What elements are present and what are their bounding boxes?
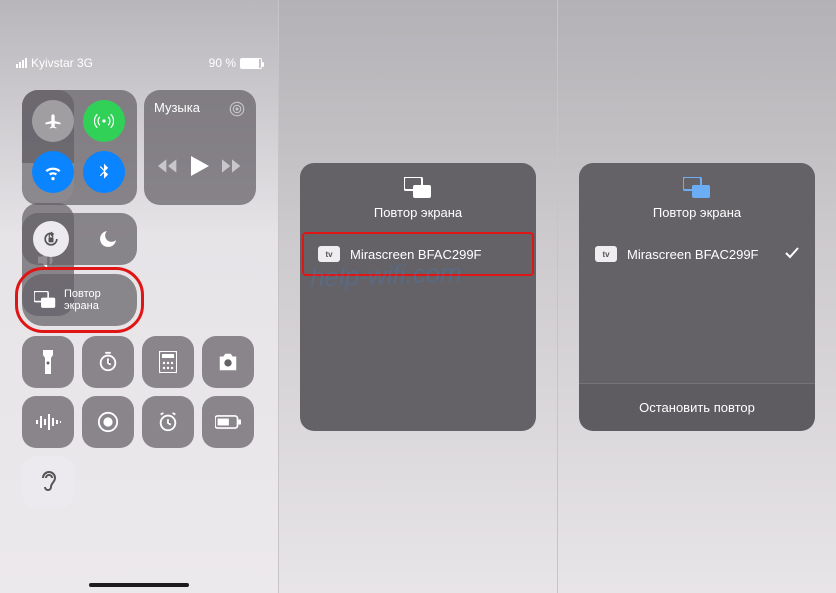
timer-button[interactable] — [82, 336, 134, 388]
mirror-icon — [683, 177, 711, 199]
status-bar: Kyivstar 3G 90 % — [0, 56, 278, 70]
lock-dnd-group — [22, 213, 137, 265]
mirror-icon — [34, 291, 56, 309]
screen-record-button[interactable] — [82, 396, 134, 448]
appletv-icon: tv — [318, 246, 340, 262]
battery-pct: 90 % — [209, 56, 236, 70]
mirror-dialog-header: Повтор экрана — [300, 163, 536, 232]
cellular-button[interactable] — [83, 100, 125, 142]
battery-icon — [215, 415, 241, 429]
prev-track-icon[interactable] — [158, 158, 178, 174]
mirror-dialog-title: Повтор экрана — [653, 205, 741, 220]
device-name: Mirascreen BFAC299F — [350, 247, 482, 262]
dnd-button[interactable] — [80, 213, 138, 265]
bluetooth-button[interactable] — [83, 151, 125, 193]
waveform-icon — [35, 414, 61, 430]
device-row[interactable]: tv Mirascreen BFAC299F — [302, 232, 534, 276]
mirror-dialog: Повтор экрана tv Mirascreen BFAC299F Ост… — [579, 163, 815, 431]
airplay-audio-icon — [228, 100, 246, 118]
device-row[interactable]: tv Mirascreen BFAC299F — [579, 232, 815, 276]
alarm-button[interactable] — [142, 396, 194, 448]
alarm-icon — [157, 411, 179, 433]
device-name: Mirascreen BFAC299F — [627, 247, 759, 262]
music-tile[interactable]: Музыка — [144, 90, 256, 205]
screen-mirroring-button[interactable]: Повтор экрана — [22, 274, 137, 326]
mirror-label-line1: Повтор — [64, 288, 101, 300]
battery-status: 90 % — [209, 56, 262, 70]
connectivity-group — [22, 90, 137, 205]
moon-icon — [96, 227, 120, 251]
checkmark-icon — [785, 247, 799, 262]
airplane-icon — [43, 111, 63, 131]
flashlight-icon — [41, 350, 55, 374]
phone-control-center: Kyivstar 3G 90 % Музыка — [0, 0, 278, 593]
play-icon[interactable] — [191, 156, 209, 176]
shortcut-grid — [22, 336, 254, 508]
hearing-button[interactable] — [22, 456, 74, 508]
antenna-icon — [94, 111, 114, 131]
battery-icon — [240, 58, 262, 69]
record-icon — [97, 411, 119, 433]
rotation-lock-button[interactable] — [22, 213, 80, 265]
camera-button[interactable] — [202, 336, 254, 388]
low-power-button[interactable] — [202, 396, 254, 448]
stop-mirroring-button[interactable]: Остановить повтор — [579, 383, 815, 431]
signal-icon — [16, 58, 27, 68]
mirror-dialog-header: Повтор экрана — [579, 163, 815, 232]
camera-icon — [217, 353, 239, 371]
bluetooth-icon — [94, 162, 114, 182]
ear-icon — [39, 470, 57, 494]
rotation-lock-icon — [41, 229, 61, 249]
mirror-dialog: Повтор экрана tv Mirascreen BFAC299F — [300, 163, 536, 431]
wifi-button[interactable] — [32, 151, 74, 193]
carrier-info: Kyivstar 3G — [16, 56, 93, 70]
carrier-name: Kyivstar 3G — [31, 56, 93, 70]
stop-mirroring-label: Остановить повтор — [639, 400, 755, 415]
mirror-label-line2: экрана — [64, 300, 101, 312]
calculator-button[interactable] — [142, 336, 194, 388]
home-indicator[interactable] — [89, 583, 189, 587]
appletv-icon: tv — [595, 246, 617, 262]
control-center: Музыка — [22, 90, 256, 593]
mirror-dialog-title: Повтор экрана — [374, 205, 462, 220]
calculator-icon — [159, 351, 177, 373]
airplane-button[interactable] — [32, 100, 74, 142]
phone-mirror-connected: Повтор экрана tv Mirascreen BFAC299F Ост… — [558, 0, 836, 593]
mirror-icon — [404, 177, 432, 199]
next-track-icon[interactable] — [222, 158, 242, 174]
wifi-icon — [43, 162, 63, 182]
flashlight-button[interactable] — [22, 336, 74, 388]
music-label: Музыка — [154, 100, 200, 118]
voice-memo-button[interactable] — [22, 396, 74, 448]
phone-mirror-select: Повтор экрана tv Mirascreen BFAC299F — [279, 0, 557, 593]
timer-icon — [97, 351, 119, 373]
